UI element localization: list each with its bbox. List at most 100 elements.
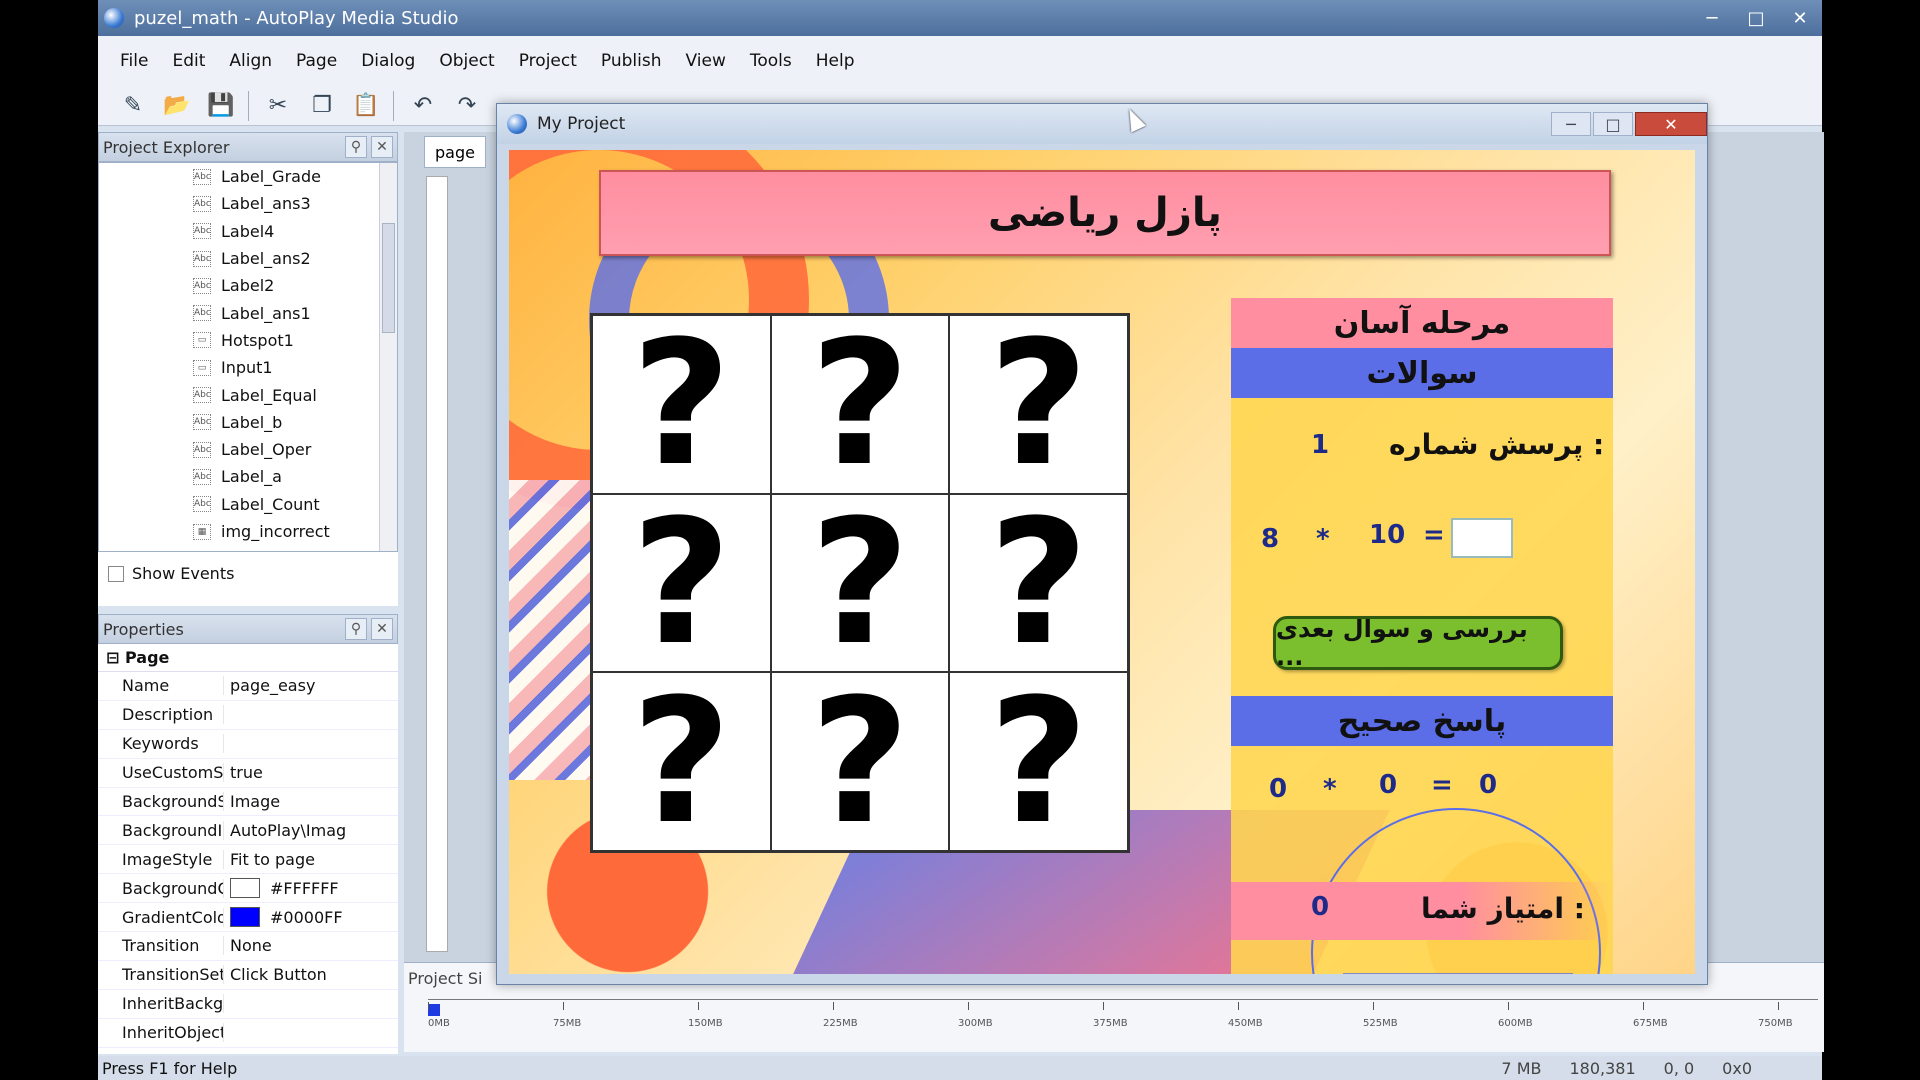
- property-row[interactable]: BackgroundCol #FFFFFF: [98, 874, 398, 904]
- tree-item[interactable]: Abc Label_ans1: [99, 299, 397, 326]
- property-row[interactable]: ImageStyle Fit to page: [98, 845, 398, 875]
- property-row[interactable]: Description: [98, 701, 398, 730]
- pin-icon[interactable]: ⚲: [345, 618, 367, 640]
- wand-icon[interactable]: ✎: [116, 90, 150, 122]
- show-events-option[interactable]: Show Events: [108, 564, 234, 583]
- check-next-button[interactable]: بررسی و سوال بعدی ...: [1273, 615, 1563, 671]
- puzzle-tile[interactable]: ?: [592, 315, 771, 494]
- menu-page[interactable]: Page: [296, 51, 337, 71]
- property-row[interactable]: Keywords: [98, 730, 398, 759]
- page-tab[interactable]: page: [424, 136, 486, 168]
- answer-input[interactable]: [1451, 518, 1513, 558]
- tree-item[interactable]: Abc Label_Count: [99, 491, 397, 518]
- paste-icon[interactable]: 📋: [349, 90, 383, 122]
- menu-file[interactable]: File: [120, 51, 148, 71]
- tree-item[interactable]: Abc Label_a: [99, 463, 397, 490]
- tree-item[interactable]: ▭ Hotspot1: [99, 327, 397, 354]
- preview-title-bar: My Project ─ □ ✕: [497, 104, 1707, 144]
- property-row[interactable]: GradientColor #0000FF: [98, 903, 398, 933]
- answer-operand-a: 0: [1269, 774, 1288, 804]
- color-hex: #0000FF: [270, 907, 343, 927]
- property-value[interactable]: None: [224, 936, 272, 955]
- puzzle-tile[interactable]: ?: [770, 315, 950, 494]
- show-events-checkbox[interactable]: [108, 565, 124, 582]
- close-button[interactable]: ✕: [1778, 3, 1822, 33]
- property-row[interactable]: InheritObjects: [98, 1019, 398, 1048]
- preview-maximize-button[interactable]: □: [1593, 112, 1633, 136]
- cut-icon[interactable]: ✂: [261, 90, 295, 122]
- property-value[interactable]: AutoPlay\Imag: [224, 821, 346, 840]
- maximize-button[interactable]: □: [1734, 3, 1778, 33]
- property-row[interactable]: UseCustomSetttrue: [98, 759, 398, 788]
- property-value[interactable]: Image: [224, 792, 280, 811]
- property-row[interactable]: Name page_easy: [98, 672, 398, 701]
- tree-item[interactable]: Abc Label_Oper: [99, 436, 397, 463]
- properties-section[interactable]: ⊟ Page: [98, 644, 398, 672]
- property-value[interactable]: true: [224, 763, 263, 782]
- menu-help[interactable]: Help: [816, 51, 855, 71]
- property-row[interactable]: BackgroundImaAutoPlay\Imag: [98, 816, 398, 846]
- menu-tools[interactable]: Tools: [750, 51, 792, 71]
- input-object-icon: ▭: [193, 359, 211, 376]
- open-folder-icon[interactable]: 📂: [160, 90, 194, 122]
- menu-dialog[interactable]: Dialog: [361, 51, 415, 71]
- property-value[interactable]: Click Button: [224, 965, 327, 984]
- tree-item[interactable]: Abc Label_Grade: [99, 163, 397, 190]
- preview-close-button[interactable]: ✕: [1635, 112, 1707, 136]
- minimize-button[interactable]: ─: [1690, 3, 1734, 33]
- puzzle-tile[interactable]: ?: [949, 315, 1128, 494]
- property-value[interactable]: #0000FF: [224, 907, 343, 928]
- menu-edit[interactable]: Edit: [172, 51, 205, 71]
- undo-icon[interactable]: ↶: [406, 90, 440, 122]
- copy-icon[interactable]: ❐: [305, 90, 339, 122]
- puzzle-tile[interactable]: ?: [770, 493, 950, 673]
- size-tick-label: 525MB: [1363, 1018, 1398, 1029]
- property-row[interactable]: TransitionSettinClick Button: [98, 961, 398, 990]
- property-value[interactable]: page_easy: [224, 676, 315, 695]
- close-icon[interactable]: ✕: [371, 136, 393, 158]
- property-key: GradientColor: [98, 907, 224, 927]
- size-tick-label: 675MB: [1633, 1018, 1668, 1029]
- puzzle-tile[interactable]: ?: [949, 672, 1128, 851]
- puzzle-tile[interactable]: ?: [592, 672, 771, 851]
- tree-scrollbar[interactable]: [379, 163, 397, 551]
- size-used-marker: [428, 1004, 440, 1016]
- tree-item[interactable]: Abc Label_ans2: [99, 245, 397, 272]
- tree-item[interactable]: Abc Label_b: [99, 409, 397, 436]
- game-title-banner: پازل ریاضی: [599, 170, 1611, 256]
- label-object-icon: Abc: [193, 223, 211, 240]
- menu-align[interactable]: Align: [229, 51, 272, 71]
- puzzle-tile[interactable]: ?: [949, 493, 1128, 673]
- tree-item[interactable]: ▭ Input1: [99, 354, 397, 381]
- save-icon[interactable]: 💾: [204, 90, 238, 122]
- tree-item[interactable]: Abc Label2: [99, 272, 397, 299]
- tree-item-label: Label_ans2: [221, 249, 311, 269]
- property-row[interactable]: Transition None: [98, 932, 398, 961]
- tree-item-label: Label4: [221, 221, 275, 241]
- scroll-thumb[interactable]: [382, 223, 395, 333]
- project-explorer-title: Project Explorer: [103, 137, 230, 157]
- tree-item[interactable]: Abc Label_ans3: [99, 190, 397, 217]
- property-value[interactable]: #FFFFFF: [224, 878, 339, 899]
- tree-item[interactable]: Abc Label4: [99, 218, 397, 245]
- tree-item[interactable]: ▦ img_incorrect: [99, 518, 397, 545]
- pin-icon[interactable]: ⚲: [345, 136, 367, 158]
- property-value[interactable]: Fit to page: [224, 850, 315, 869]
- menu-project[interactable]: Project: [519, 51, 577, 71]
- puzzle-tile[interactable]: ?: [770, 672, 950, 851]
- preview-minimize-button[interactable]: ─: [1551, 112, 1591, 136]
- redo-icon[interactable]: ↷: [450, 90, 484, 122]
- puzzle-tile[interactable]: ?: [592, 493, 771, 673]
- property-row[interactable]: BackgroundStylImage: [98, 788, 398, 817]
- size-tick-label: 375MB: [1093, 1018, 1128, 1029]
- menu-publish[interactable]: Publish: [601, 51, 662, 71]
- question-number-label: پرسش شماره :: [1389, 428, 1605, 461]
- menu-object[interactable]: Object: [439, 51, 494, 71]
- close-icon[interactable]: ✕: [371, 618, 393, 640]
- menu-bar: File Edit Align Page Dialog Object Proje…: [98, 36, 1822, 86]
- menu-view[interactable]: View: [686, 51, 726, 71]
- property-row[interactable]: InheritBackgrou: [98, 990, 398, 1019]
- app-icon: [104, 8, 124, 28]
- tree-item[interactable]: Abc Label_Equal: [99, 381, 397, 408]
- image-object-icon: ▦: [193, 523, 211, 540]
